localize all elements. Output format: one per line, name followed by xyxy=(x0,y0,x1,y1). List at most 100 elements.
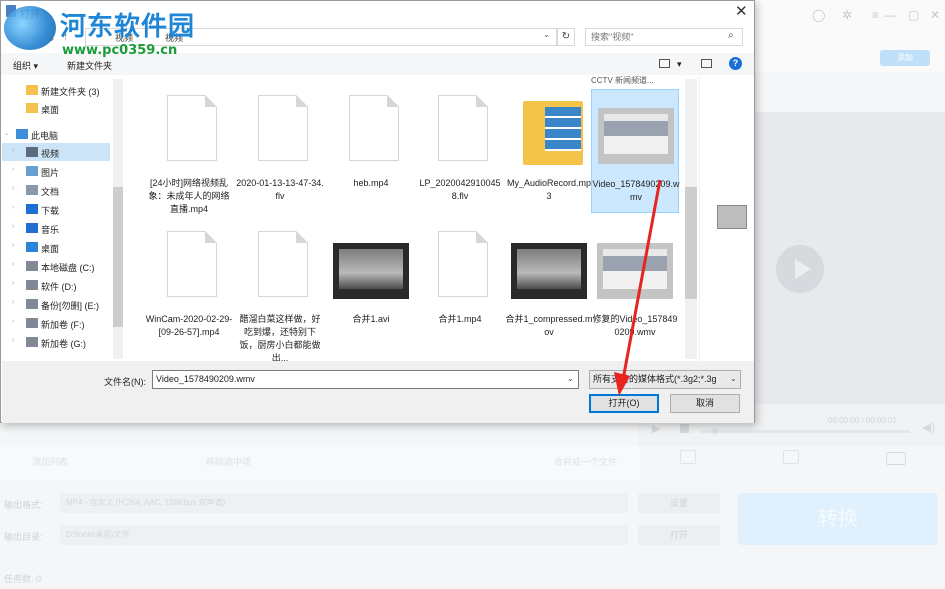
file-name: 修复的Video_1578490209.wmv xyxy=(592,314,678,337)
output-format-select[interactable]: MP4 - 自定义 (H.264; AAC, 128Kbps 双声道) xyxy=(60,493,628,513)
file-item[interactable]: 修复的Video_1578490209.wmv xyxy=(591,225,679,349)
close-icon[interactable]: ✕ xyxy=(930,8,940,22)
nav-item[interactable]: 桌面 xyxy=(2,99,110,117)
address-dropdown-icon[interactable]: ⌄ xyxy=(543,30,550,39)
help-icon[interactable]: ? xyxy=(729,57,742,70)
add-file-button[interactable]: 添加 xyxy=(880,50,930,66)
file-item[interactable]: My_AudioRecord.mp3 xyxy=(505,89,593,213)
settings-button[interactable]: 设置 xyxy=(638,493,720,513)
snapshot-icon[interactable] xyxy=(783,450,799,464)
pictures-icon xyxy=(26,166,38,176)
collapse-chevron-icon[interactable]: ⌄ xyxy=(4,129,10,137)
expand-chevron-icon[interactable]: › xyxy=(12,299,14,306)
file-type-select[interactable]: 所有支持的媒体格式(*.3g2;*.3g xyxy=(589,370,741,389)
nav-item[interactable]: › 图片 xyxy=(2,162,110,180)
crop-icon[interactable] xyxy=(680,450,696,464)
file-item[interactable]: heb.mp4 xyxy=(327,89,415,213)
open-folder-icon[interactable] xyxy=(886,452,906,465)
nav-item[interactable]: › 本地磁盘 (C:) xyxy=(2,257,110,275)
file-name: 合并1.mp4 xyxy=(438,314,482,324)
nav-item-label: 新加卷 (F:) xyxy=(41,320,85,330)
watermark-url: www.pc0359.cn xyxy=(62,43,178,58)
nav-item[interactable]: › 新加卷 (G:) xyxy=(2,333,110,351)
nav-item[interactable]: › 音乐 xyxy=(2,219,110,237)
file-item[interactable]: 醋溜白菜这样做，好吃到爆，还特别下饭，厨房小白都能做出... xyxy=(236,225,324,363)
remove-selected-button[interactable]: 移除选中项 xyxy=(206,455,251,468)
merge-checkbox-label[interactable]: 合并成一个文件 xyxy=(554,455,617,468)
file-item[interactable]: 2020-01-13-13-47-34.flv xyxy=(236,89,324,213)
expand-chevron-icon[interactable]: › xyxy=(12,166,14,173)
partial-file-label: CCTV 新闻频道... xyxy=(591,76,654,85)
minimize-icon[interactable]: — xyxy=(884,8,896,22)
file-name: heb.mp4 xyxy=(353,178,389,188)
view-dropdown-icon[interactable]: ▾ xyxy=(677,59,682,70)
nav-item[interactable]: › 视频 xyxy=(2,143,110,161)
open-dir-button[interactable]: 打开 xyxy=(638,525,720,545)
filename-dropdown-icon[interactable]: ⌄ xyxy=(567,374,574,383)
playback-progress[interactable] xyxy=(700,428,910,434)
file-name: 合并1.avi xyxy=(352,314,390,324)
nav-item[interactable]: 新建文件夹 (3) xyxy=(2,81,110,99)
expand-chevron-icon[interactable]: › xyxy=(12,204,14,211)
nav-item[interactable]: › 软件 (D:) xyxy=(2,276,110,294)
play-large-icon[interactable] xyxy=(776,245,824,293)
document-icon xyxy=(167,231,217,297)
expand-chevron-icon[interactable]: › xyxy=(12,280,14,287)
file-type-dropdown-icon[interactable]: ⌄ xyxy=(730,374,737,383)
play-icon[interactable]: ▶ xyxy=(652,422,660,435)
nav-item-label: 新建文件夹 (3) xyxy=(41,87,100,97)
nav-item-label: 此电脑 xyxy=(31,131,59,141)
organize-button[interactable]: 组织 ▾ xyxy=(13,59,38,72)
output-dir-field[interactable]: D:\tools\桌面\文件 xyxy=(60,525,628,545)
stop-icon[interactable] xyxy=(680,424,689,433)
expand-chevron-icon[interactable]: › xyxy=(12,147,14,154)
dialog-close-icon[interactable]: ✕ xyxy=(735,2,748,20)
nav-item[interactable]: ⌄ 此电脑 xyxy=(2,125,110,143)
refresh-icon[interactable]: ↻ xyxy=(557,28,575,46)
expand-chevron-icon[interactable]: › xyxy=(12,185,14,192)
expand-chevron-icon[interactable]: › xyxy=(12,242,14,249)
search-icon[interactable]: ⌕ xyxy=(728,30,734,41)
search-input[interactable]: 搜索"视频" xyxy=(585,28,743,46)
filename-input[interactable]: Video_1578490209.wmv xyxy=(152,370,579,389)
nav-item[interactable]: › 备份[勿删] (E:) xyxy=(2,295,110,313)
file-item[interactable]: [24小时]网络视频乱象：未成年人的网络直播.mp4 xyxy=(145,89,233,214)
files-scrollbar-thumb[interactable] xyxy=(685,187,697,299)
expand-chevron-icon[interactable]: › xyxy=(12,318,14,325)
preview-pane-icon[interactable] xyxy=(701,59,712,68)
file-name: LP_20200429100458.flv xyxy=(419,178,501,201)
video-thumbnail-icon xyxy=(333,243,409,299)
expand-chevron-icon[interactable]: › xyxy=(12,223,14,230)
nav-item[interactable]: › 桌面 xyxy=(2,238,110,256)
view-options-icon[interactable] xyxy=(659,59,670,68)
user-icon[interactable]: ◯ xyxy=(812,8,825,22)
video-thumbnail-icon xyxy=(597,243,673,299)
file-item[interactable]: Video_1578490209.wmv xyxy=(591,89,679,213)
expand-chevron-icon[interactable]: › xyxy=(12,261,14,268)
volume-icon[interactable]: ◀) xyxy=(922,420,935,434)
file-item[interactable]: 合并1.mp4 xyxy=(416,225,504,349)
file-name: 醋溜白菜这样做，好吃到爆，还特别下饭，厨房小白都能做出... xyxy=(239,314,321,363)
cancel-button[interactable]: 取消 xyxy=(670,394,740,413)
maximize-icon[interactable]: ▢ xyxy=(908,8,919,22)
nav-item[interactable]: › 新加卷 (F:) xyxy=(2,314,110,332)
new-folder-button[interactable]: 新建文件夹 xyxy=(67,59,112,72)
open-button[interactable]: 打开(O) xyxy=(589,394,659,413)
nav-item[interactable]: › 下载 xyxy=(2,200,110,218)
convert-button[interactable]: 转换 xyxy=(738,493,938,545)
settings-icon[interactable]: ✲ xyxy=(842,8,852,22)
file-item[interactable]: WinCam-2020-02-29-[09-26-57].mp4 xyxy=(145,225,233,349)
file-item[interactable]: 合并1_compressed.mov xyxy=(505,225,593,349)
menu-icon[interactable]: ≡ xyxy=(872,8,879,22)
expand-chevron-icon[interactable]: › xyxy=(12,337,14,344)
add-list-button[interactable]: 添加列表 xyxy=(32,455,68,468)
nav-item[interactable]: › 文档 xyxy=(2,181,110,199)
nav-scrollbar-thumb[interactable] xyxy=(113,187,123,327)
file-item[interactable]: 合并1.avi xyxy=(327,225,415,349)
drive-icon xyxy=(26,337,38,347)
computer-icon xyxy=(16,129,28,139)
watermark-title: 河东软件园 xyxy=(60,12,196,42)
nav-item-label: 下载 xyxy=(41,206,60,216)
nav-item-label: 备份[勿删] (E:) xyxy=(41,301,99,311)
file-item[interactable]: LP_20200429100458.flv xyxy=(416,89,504,213)
